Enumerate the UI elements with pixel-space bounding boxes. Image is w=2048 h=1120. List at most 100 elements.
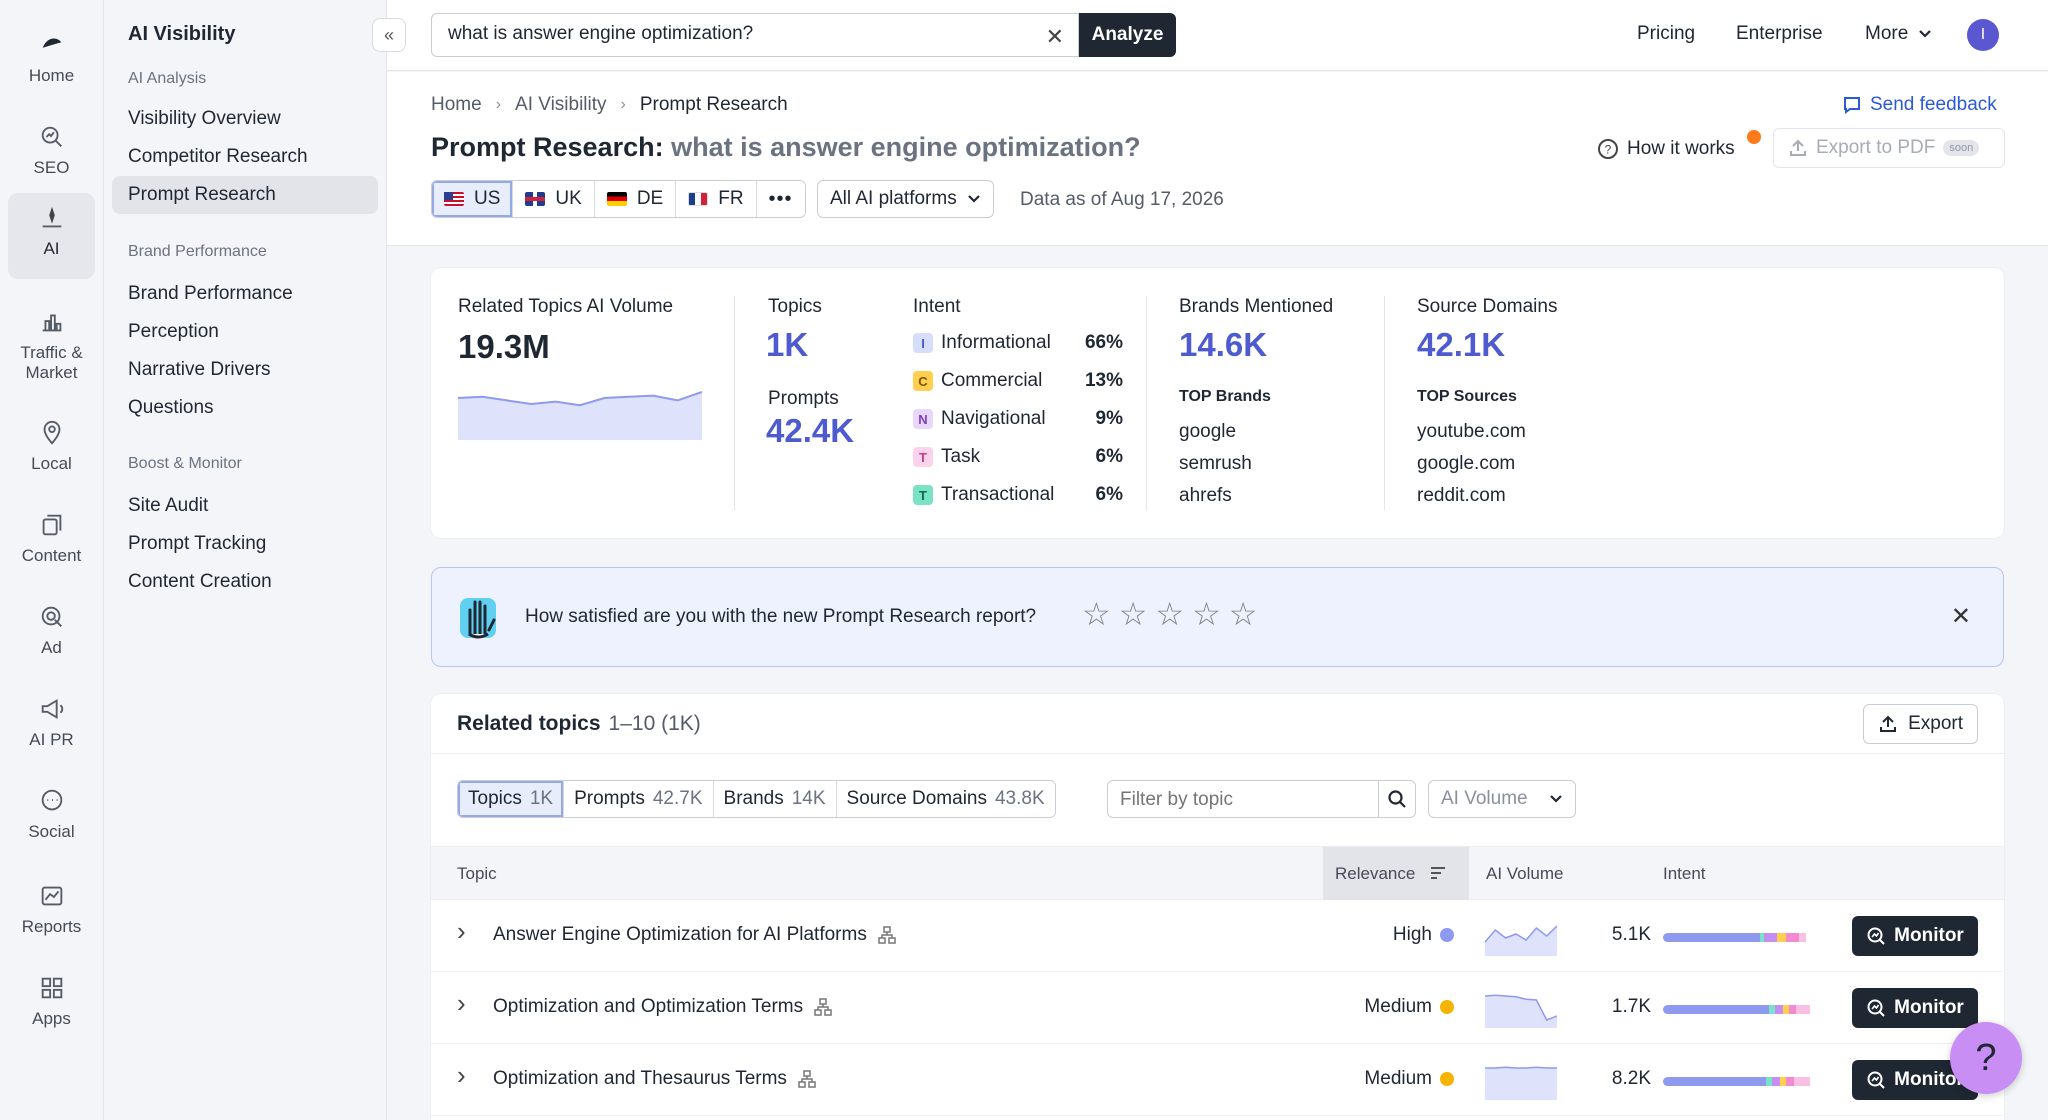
column-ai-volume[interactable]: AI Volume — [1486, 864, 1564, 884]
sidebar-item-competitor-research[interactable]: Competitor Research — [128, 146, 308, 168]
rail-item-traffic-market[interactable]: Traffic & Market — [8, 297, 95, 393]
prompts-value[interactable]: 42.4K — [766, 412, 854, 450]
topic-name[interactable]: Answer Engine Optimization for AI Platfo… — [493, 924, 897, 946]
apps-icon — [37, 973, 67, 1003]
pricing-link[interactable]: Pricing — [1637, 23, 1695, 45]
breadcrumb-home[interactable]: Home — [431, 94, 482, 116]
chevron-right-icon[interactable]: › — [457, 988, 466, 1019]
sidebar-item-site-audit[interactable]: Site Audit — [128, 495, 208, 517]
how-it-works-button[interactable]: ? How it works — [1597, 130, 1761, 160]
help-button[interactable]: ? — [1950, 1022, 2022, 1094]
related-topics-card: Related topics 1–10 (1K) Export Topics 1K P… — [431, 694, 2004, 1120]
rail-item-reports[interactable]: Reports — [8, 871, 95, 949]
more-countries-button[interactable]: ••• — [756, 181, 805, 217]
sidebar-item-visibility-overview[interactable]: Visibility Overview — [128, 108, 281, 130]
star-icon[interactable]: ☆ — [1192, 598, 1221, 630]
send-feedback-link[interactable]: Send feedback — [1842, 94, 1997, 116]
page-title-prefix: Prompt Research: — [431, 132, 664, 162]
rail-item-apps[interactable]: Apps — [8, 963, 95, 1041]
filter-input[interactable] — [1120, 789, 1360, 811]
sort-icon — [1431, 867, 1446, 879]
analyze-button[interactable]: Analyze — [1079, 13, 1176, 57]
sidebar-title: AI Visibility — [128, 23, 236, 45]
volume-sparkline — [1485, 925, 1557, 956]
more-menu[interactable]: More — [1865, 23, 1932, 45]
sidebar-item-questions[interactable]: Questions — [128, 397, 214, 419]
question-circle-icon: ? — [1598, 139, 1618, 159]
search-input[interactable] — [448, 23, 1028, 45]
export-button[interactable]: Export — [1863, 704, 1978, 744]
ad-icon — [37, 602, 67, 632]
rail-item-ad[interactable]: Ad — [8, 592, 95, 670]
topic-name[interactable]: Optimization and Thesaurus Terms — [493, 1068, 817, 1090]
country-de[interactable]: DE — [594, 181, 677, 217]
sources-value[interactable]: 42.1K — [1417, 326, 1505, 364]
star-icon[interactable]: ☆ — [1082, 598, 1111, 630]
intent-segment — [1798, 933, 1807, 942]
tab-source-domains[interactable]: Source Domains 43.8K — [836, 781, 1055, 817]
star-icon[interactable]: ☆ — [1229, 598, 1258, 630]
monitor-button[interactable]: Monitor — [1852, 988, 1978, 1028]
intent-percent: 9% — [1095, 408, 1123, 429]
star-icon[interactable]: ☆ — [1119, 598, 1148, 630]
intent-percent: 6% — [1095, 446, 1123, 467]
ai-volume-select[interactable]: AI Volume — [1428, 780, 1576, 818]
column-relevance[interactable]: Relevance — [1323, 847, 1469, 900]
country-fr[interactable]: FR — [676, 181, 757, 217]
filter-box — [1107, 780, 1379, 818]
rail-item-ai-pr[interactable]: AI PR — [8, 684, 95, 762]
intent-row-commercial: C Commercial 13% — [913, 370, 1123, 392]
sidebar-item-perception[interactable]: Perception — [128, 321, 219, 343]
country-uk-label: UK — [555, 188, 582, 209]
hierarchy-icon — [798, 1070, 816, 1088]
monitor-button[interactable]: Monitor — [1852, 916, 1978, 956]
country-uk[interactable]: UK — [513, 181, 595, 217]
country-us[interactable]: US — [432, 181, 514, 217]
intent-percent: 6% — [1095, 484, 1123, 505]
sidebar-item-prompt-research[interactable]: Prompt Research — [112, 176, 378, 214]
survey-question: How satisfied are you with the new Promp… — [525, 606, 1037, 627]
rail-item-local[interactable]: Local — [8, 408, 95, 486]
breadcrumb-ai-visibility[interactable]: AI Visibility — [515, 94, 607, 116]
sidebar-item-brand-performance[interactable]: Brand Performance — [128, 283, 293, 305]
avatar[interactable]: I — [1967, 19, 1999, 51]
tab-topics[interactable]: Topics 1K — [458, 781, 565, 817]
platform-select[interactable]: All AI platforms — [817, 180, 994, 218]
secondary-sidebar: AI Visibility AI Analysis Visibility Over… — [104, 0, 387, 1120]
intent-row-informational: I Informational 66% — [913, 332, 1123, 354]
rail-item-content[interactable]: Content — [8, 500, 95, 578]
tab-prompts[interactable]: Prompts 42.7K — [564, 781, 714, 817]
sidebar-item-content-creation[interactable]: Content Creation — [128, 571, 272, 593]
clear-search-icon[interactable]: ✕ — [1046, 24, 1064, 50]
top-sources-heading: TOP Sources — [1417, 388, 1517, 405]
chevron-right-icon[interactable]: › — [457, 916, 466, 947]
ai-icon — [37, 203, 67, 233]
export-pdf-button[interactable]: Export to PDF soon — [1773, 128, 2005, 168]
export-pdf-label: Export to PDF — [1816, 137, 1936, 158]
chevron-right-icon[interactable]: › — [457, 1060, 466, 1091]
rail-item-seo[interactable]: SEO — [8, 112, 95, 190]
sidebar-item-narrative-drivers[interactable]: Narrative Drivers — [128, 359, 271, 381]
tab-brands[interactable]: Brands 14K — [713, 781, 837, 817]
sources-label: Source Domains — [1417, 296, 1558, 317]
brands-value[interactable]: 14.6K — [1179, 326, 1267, 364]
topic-name[interactable]: Optimization and Optimization Terms — [493, 996, 833, 1018]
enterprise-link[interactable]: Enterprise — [1736, 23, 1823, 45]
star-icon[interactable]: ☆ — [1155, 598, 1184, 630]
volume-label: Related Topics AI Volume — [458, 296, 674, 317]
collapse-sidebar-button[interactable]: « — [372, 18, 406, 52]
topics-value[interactable]: 1K — [766, 326, 808, 364]
intent-badge: T — [913, 485, 933, 505]
intent-row-navigational: N Navigational 9% — [913, 408, 1123, 430]
sidebar-item-prompt-tracking[interactable]: Prompt Tracking — [128, 533, 266, 555]
uk-flag-icon — [525, 192, 546, 206]
search-button[interactable] — [1378, 780, 1416, 818]
rail-item-home[interactable]: Home — [8, 20, 95, 98]
rail-item-ai[interactable]: AI — [8, 193, 95, 279]
divider — [1384, 296, 1385, 510]
intent-badge: T — [913, 447, 933, 467]
close-icon[interactable]: ✕ — [1951, 602, 1971, 631]
column-intent[interactable]: Intent — [1663, 864, 1706, 884]
column-topic[interactable]: Topic — [457, 864, 497, 884]
rail-item-social[interactable]: Social — [8, 776, 95, 854]
